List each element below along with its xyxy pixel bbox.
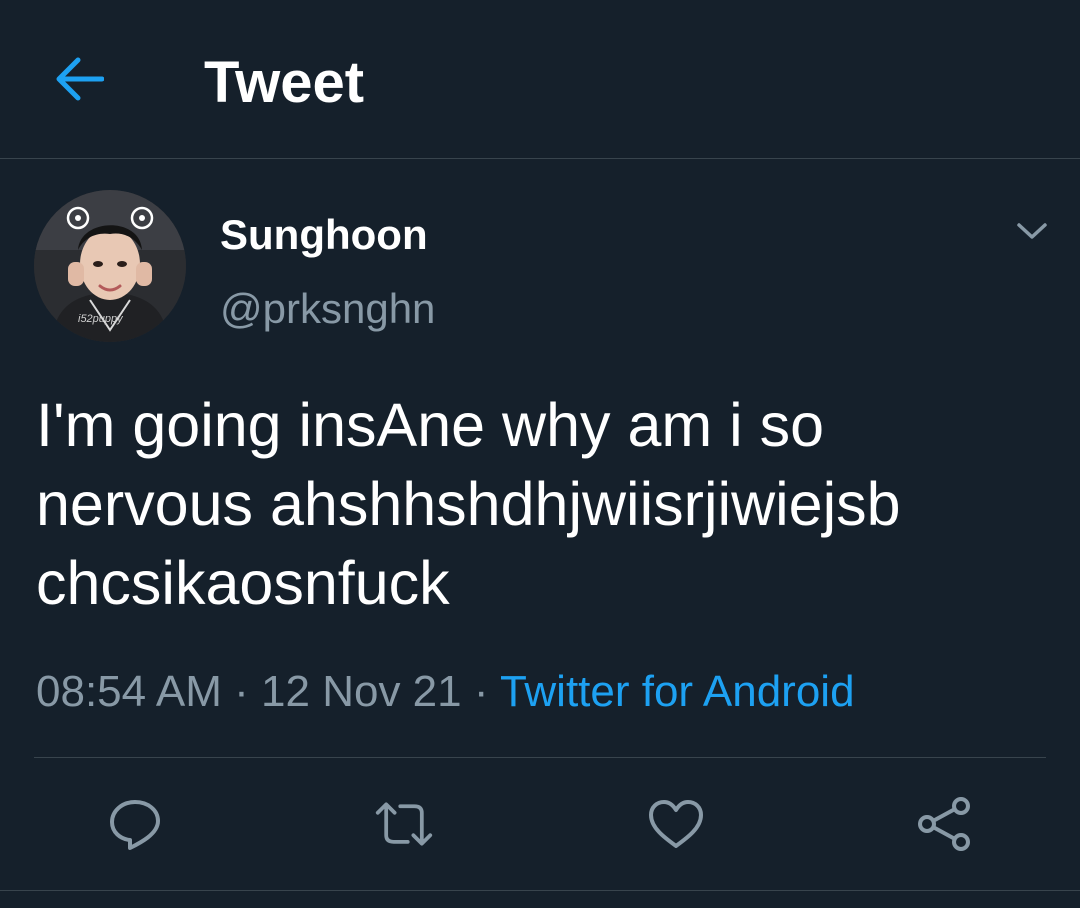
author-handle[interactable]: @prksnghn xyxy=(220,284,435,334)
back-button[interactable] xyxy=(48,50,110,108)
reply-button[interactable] xyxy=(105,794,165,854)
tweet-text-line: chcsikaosnfuck xyxy=(36,549,450,617)
arrow-left-icon xyxy=(56,57,104,101)
more-options-button[interactable] xyxy=(1010,212,1054,250)
meta-separator: · xyxy=(234,667,249,716)
tweet-detail-screen: Tweet i52puppy Sunghoon @prksnghn I'm go… xyxy=(0,0,1080,908)
divider xyxy=(34,757,1046,758)
tweet-meta: 08:54 AM · 12 Nov 21 · Twitter for Andro… xyxy=(36,664,855,720)
like-button[interactable] xyxy=(646,794,706,854)
tweet-text: I'm going insAne why am i so nervous ahs… xyxy=(36,386,1046,623)
avatar-watermark: i52puppy xyxy=(78,313,124,325)
heart-icon xyxy=(649,800,703,848)
meta-separator: · xyxy=(473,667,489,716)
retweet-icon xyxy=(375,802,433,846)
chevron-down-icon xyxy=(1017,223,1047,239)
bottom-divider xyxy=(0,890,1080,891)
tweet-text-line: nervous ahshhshdhjwiisrjiwiejsb xyxy=(36,470,901,538)
top-app-bar: Tweet xyxy=(0,0,1080,159)
tweet-text-line: I'm going insAne why am i so xyxy=(36,391,825,459)
tweet-time: 08:54 AM xyxy=(36,667,222,716)
reply-icon xyxy=(110,800,160,850)
retweet-button[interactable] xyxy=(374,794,434,854)
tweet-source-link[interactable]: Twitter for Android xyxy=(500,667,855,716)
page-title: Tweet xyxy=(204,50,365,115)
avatar[interactable]: i52puppy xyxy=(34,190,186,342)
share-icon xyxy=(918,797,970,851)
share-button[interactable] xyxy=(914,794,974,854)
author-name[interactable]: Sunghoon xyxy=(220,210,428,260)
tweet-date: 12 Nov 21 xyxy=(261,667,462,716)
avatar-photo: i52puppy xyxy=(34,190,186,342)
